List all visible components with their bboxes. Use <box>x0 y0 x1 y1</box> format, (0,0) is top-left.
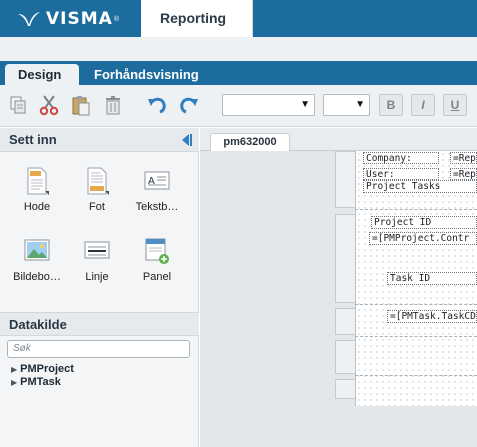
footer-doc-icon <box>87 167 109 195</box>
insert-textbox-item[interactable]: A Tekstb… <box>130 166 184 226</box>
insert-footer-item[interactable]: Fot <box>70 166 124 226</box>
field-report-title[interactable]: Project Tasks <box>363 180 477 193</box>
expand-triangle-icon[interactable]: ▶ <box>11 378 17 387</box>
insert-panel-header: Sett inn <box>0 128 199 152</box>
field-task-expression[interactable]: =[PMTask.TaskCD <box>387 310 477 323</box>
band-divider <box>355 304 477 305</box>
field-project-id-label[interactable]: Project ID <box>371 216 477 229</box>
tab-reporting-label: Reporting <box>160 10 227 26</box>
tab-document[interactable]: pm632000 <box>210 133 290 151</box>
expand-triangle-icon[interactable]: ▶ <box>11 365 17 374</box>
field-user-label[interactable]: User: <box>363 168 439 180</box>
datasource-panel-header: Datakilde <box>0 312 199 336</box>
image-icon <box>24 239 50 261</box>
tab-design-label: Design <box>18 67 62 82</box>
insert-image-label: Bildebo… <box>13 271 61 283</box>
redo-icon[interactable] <box>178 94 200 116</box>
font-size-select[interactable]: ▼ <box>323 94 370 116</box>
tree-item-label: PMProject <box>20 363 74 375</box>
band-divider <box>355 375 477 376</box>
band-divider <box>355 336 477 337</box>
insert-line-label: Linje <box>85 271 109 283</box>
insert-header-item[interactable]: Hode <box>10 166 64 226</box>
chevron-down-icon: ▼ <box>355 99 365 110</box>
insert-line-item[interactable]: Linje <box>70 236 124 296</box>
logo-registered-mark: ® <box>113 15 119 23</box>
panel-icon <box>145 238 169 264</box>
insert-panel-title: Sett inn <box>9 132 57 147</box>
paste-icon[interactable] <box>70 94 92 116</box>
field-company-value[interactable]: =Repo <box>450 152 477 164</box>
band-handle-page-header[interactable] <box>335 151 355 208</box>
insert-footer-label: Fot <box>89 201 105 213</box>
copy-icon[interactable] <box>7 94 29 116</box>
insert-header-label: Hode <box>23 201 51 213</box>
font-family-select[interactable]: ▼ <box>222 94 315 116</box>
line-icon <box>84 241 110 259</box>
left-panel: Sett inn Hode Fot A Tekstb… Bildebo… Lin… <box>0 128 199 447</box>
delete-icon[interactable] <box>102 94 124 116</box>
tree-item-pmproject[interactable]: ▶ PMProject <box>11 363 74 375</box>
tree-item-pmtask[interactable]: ▶ PMTask <box>11 376 61 388</box>
insert-panel-label: Panel <box>142 271 172 283</box>
tab-reporting[interactable]: Reporting <box>141 0 253 37</box>
collapse-panel-icon[interactable] <box>181 133 193 147</box>
tab-preview[interactable]: Forhåndsvisning <box>94 67 199 82</box>
textbox-icon: A <box>144 171 170 190</box>
band-handle-report-footer[interactable] <box>335 340 355 374</box>
field-project-expression[interactable]: =[PMProject.Contr <box>369 232 477 245</box>
field-user-value[interactable]: =Repo <box>450 168 477 180</box>
top-header: VISMA ® Reporting <box>0 0 477 37</box>
toolbar: ▼ ▼ B I U <box>0 85 477 127</box>
document-tab-label: pm632000 <box>223 136 277 148</box>
band-handle-group-footer[interactable] <box>335 308 355 335</box>
italic-button[interactable]: I <box>411 94 435 116</box>
tree-item-label: PMTask <box>20 376 61 388</box>
mode-tab-bar: Design Forhåndsvisning <box>0 61 477 85</box>
datasource-search-input[interactable]: Søk <box>7 340 190 358</box>
insert-image-item[interactable]: Bildebo… <box>10 236 64 296</box>
tab-design[interactable]: Design <box>5 64 79 85</box>
band-handle-page-footer[interactable] <box>335 379 355 399</box>
design-canvas-area: pm632000 Company: =Repo User: =Repo Proj… <box>200 128 477 447</box>
insert-panel-item[interactable]: Panel <box>130 236 184 296</box>
insert-textbox-label: Tekstb… <box>135 201 179 213</box>
field-company-label[interactable]: Company: <box>363 152 439 164</box>
bold-button[interactable]: B <box>379 94 403 116</box>
chevron-down-icon: ▼ <box>300 99 310 110</box>
datasource-panel-title: Datakilde <box>9 317 67 332</box>
band-handle-detail[interactable] <box>335 214 355 303</box>
visma-logo: VISMA ® <box>18 9 119 29</box>
cut-icon[interactable] <box>38 94 60 116</box>
search-placeholder: Søk <box>13 343 31 354</box>
field-task-id-label[interactable]: Task ID <box>387 272 477 285</box>
visma-swoosh-icon <box>18 12 40 26</box>
header-doc-icon <box>27 167 49 195</box>
logo-text: VISMA <box>46 9 113 29</box>
underline-button[interactable]: U <box>443 94 467 116</box>
band-divider <box>355 209 477 210</box>
sub-header-strip <box>0 37 477 61</box>
undo-icon[interactable] <box>146 94 168 116</box>
